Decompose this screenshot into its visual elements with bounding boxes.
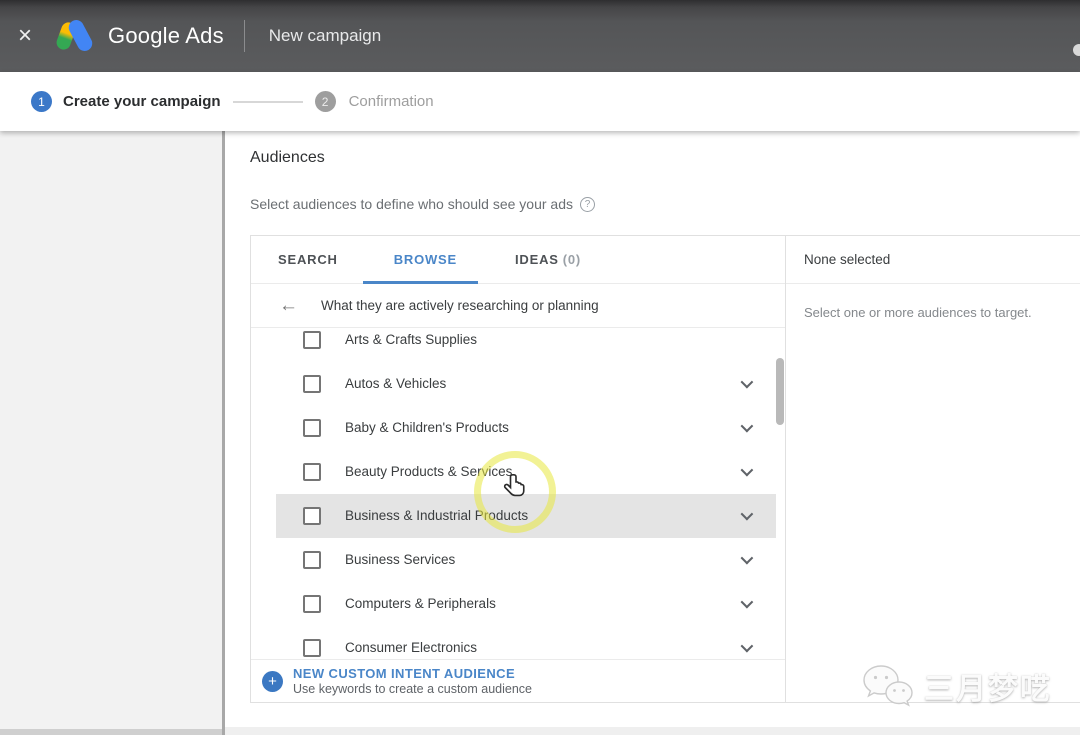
- step-2-label: Confirmation: [349, 93, 434, 110]
- checkbox[interactable]: [303, 419, 321, 437]
- section-subtitle: Select audiences to define who should se…: [250, 196, 595, 212]
- chevron-down-icon[interactable]: [741, 552, 754, 565]
- section-subtitle-text: Select audiences to define who should se…: [250, 196, 573, 212]
- list-item[interactable]: Autos & Vehicles: [276, 362, 776, 406]
- close-icon[interactable]: ×: [18, 24, 32, 48]
- topbar-divider: [244, 20, 245, 52]
- help-icon[interactable]: ?: [580, 197, 595, 212]
- chevron-down-icon[interactable]: [741, 508, 754, 521]
- breadcrumb-label: What they are actively researching or pl…: [321, 298, 599, 313]
- list-item-label: Computers & Peripherals: [345, 596, 496, 611]
- list-item-label: Autos & Vehicles: [345, 376, 446, 391]
- selection-summary-column: None selected Select one or more audienc…: [786, 236, 1080, 702]
- tab-search[interactable]: SEARCH: [278, 252, 338, 267]
- top-app-bar: × Google Ads New campaign: [0, 0, 1080, 72]
- list-item[interactable]: Arts & Crafts Supplies: [276, 328, 776, 362]
- footer-action-label: NEW CUSTOM INTENT AUDIENCE: [293, 666, 532, 681]
- watermark-text: 三月梦呓: [924, 664, 1052, 708]
- tab-ideas[interactable]: IDEAS (0): [515, 252, 581, 267]
- audience-browser-column: SEARCH BROWSE IDEAS (0) ← What they are a…: [251, 236, 786, 702]
- step-1-circle: 1: [31, 91, 52, 112]
- selection-header: None selected: [804, 252, 890, 267]
- tab-ideas-label: IDEAS: [515, 252, 559, 267]
- list-item-label: Business Services: [345, 552, 455, 567]
- checkbox[interactable]: [303, 639, 321, 657]
- list-item[interactable]: Computers & Peripherals: [276, 582, 776, 626]
- list-item-label: Consumer Electronics: [345, 640, 477, 655]
- section-title: Audiences: [250, 149, 325, 167]
- step-2-circle: 2: [315, 91, 336, 112]
- chevron-down-icon[interactable]: [741, 640, 754, 653]
- audiences-panel: SEARCH BROWSE IDEAS (0) ← What they are a…: [250, 235, 1080, 703]
- brand-name: Google Ads: [108, 23, 224, 49]
- list-item[interactable]: Consumer Electronics: [276, 626, 776, 659]
- chevron-down-icon[interactable]: [741, 464, 754, 477]
- list-item[interactable]: Business Services: [276, 538, 776, 582]
- campaign-stepper: 1 Create your campaign 2 Confirmation: [0, 72, 1080, 131]
- plus-icon: +: [262, 671, 283, 692]
- chat-bubbles-icon: [860, 663, 914, 709]
- google-ads-logo-icon: [54, 16, 96, 56]
- list-item-label: Arts & Crafts Supplies: [345, 332, 477, 347]
- chevron-down-icon[interactable]: [741, 596, 754, 609]
- hand-cursor-icon: [501, 472, 531, 502]
- tab-browse[interactable]: BROWSE: [394, 252, 457, 267]
- checkbox[interactable]: [303, 463, 321, 481]
- list-scrollbar-thumb[interactable]: [776, 358, 784, 425]
- step-1-label: Create your campaign: [63, 93, 221, 110]
- page-title: New campaign: [269, 26, 381, 46]
- list-item[interactable]: Baby & Children's Products: [276, 406, 776, 450]
- back-arrow-icon[interactable]: ←: [279, 296, 298, 315]
- selection-header-row: None selected: [786, 236, 1080, 284]
- bottom-strip-right: [225, 727, 1080, 735]
- account-avatar-partial-icon[interactable]: [1073, 44, 1080, 56]
- main-content: Audiences Select audiences to define who…: [225, 131, 1080, 735]
- checkbox[interactable]: [303, 331, 321, 349]
- audience-tabs: SEARCH BROWSE IDEAS (0): [251, 236, 785, 284]
- list-item-label: Baby & Children's Products: [345, 420, 509, 435]
- browse-breadcrumb: ← What they are actively researching or …: [251, 284, 785, 328]
- new-custom-intent-audience-button[interactable]: + NEW CUSTOM INTENT AUDIENCE Use keyword…: [251, 659, 785, 702]
- footer-action-sublabel: Use keywords to create a custom audience: [293, 682, 532, 696]
- channel-watermark: 三月梦呓: [860, 663, 1052, 709]
- list-item-label: Business & Industrial Products: [345, 508, 528, 523]
- app-window: × Google Ads New campaign 1 Create your …: [0, 0, 1080, 735]
- list-item-label: Beauty Products & Services: [345, 464, 512, 479]
- active-tab-underline: [363, 281, 478, 284]
- chevron-down-icon[interactable]: [741, 420, 754, 433]
- checkbox[interactable]: [303, 551, 321, 569]
- checkbox[interactable]: [303, 507, 321, 525]
- step-connector-line: [233, 101, 303, 103]
- checkbox[interactable]: [303, 595, 321, 613]
- bottom-strip-left: [0, 729, 222, 735]
- chevron-down-icon[interactable]: [741, 376, 754, 389]
- tab-ideas-count: (0): [563, 252, 581, 267]
- left-sidebar: [0, 131, 222, 735]
- selection-empty-message: Select one or more audiences to target.: [804, 305, 1080, 320]
- checkbox[interactable]: [303, 375, 321, 393]
